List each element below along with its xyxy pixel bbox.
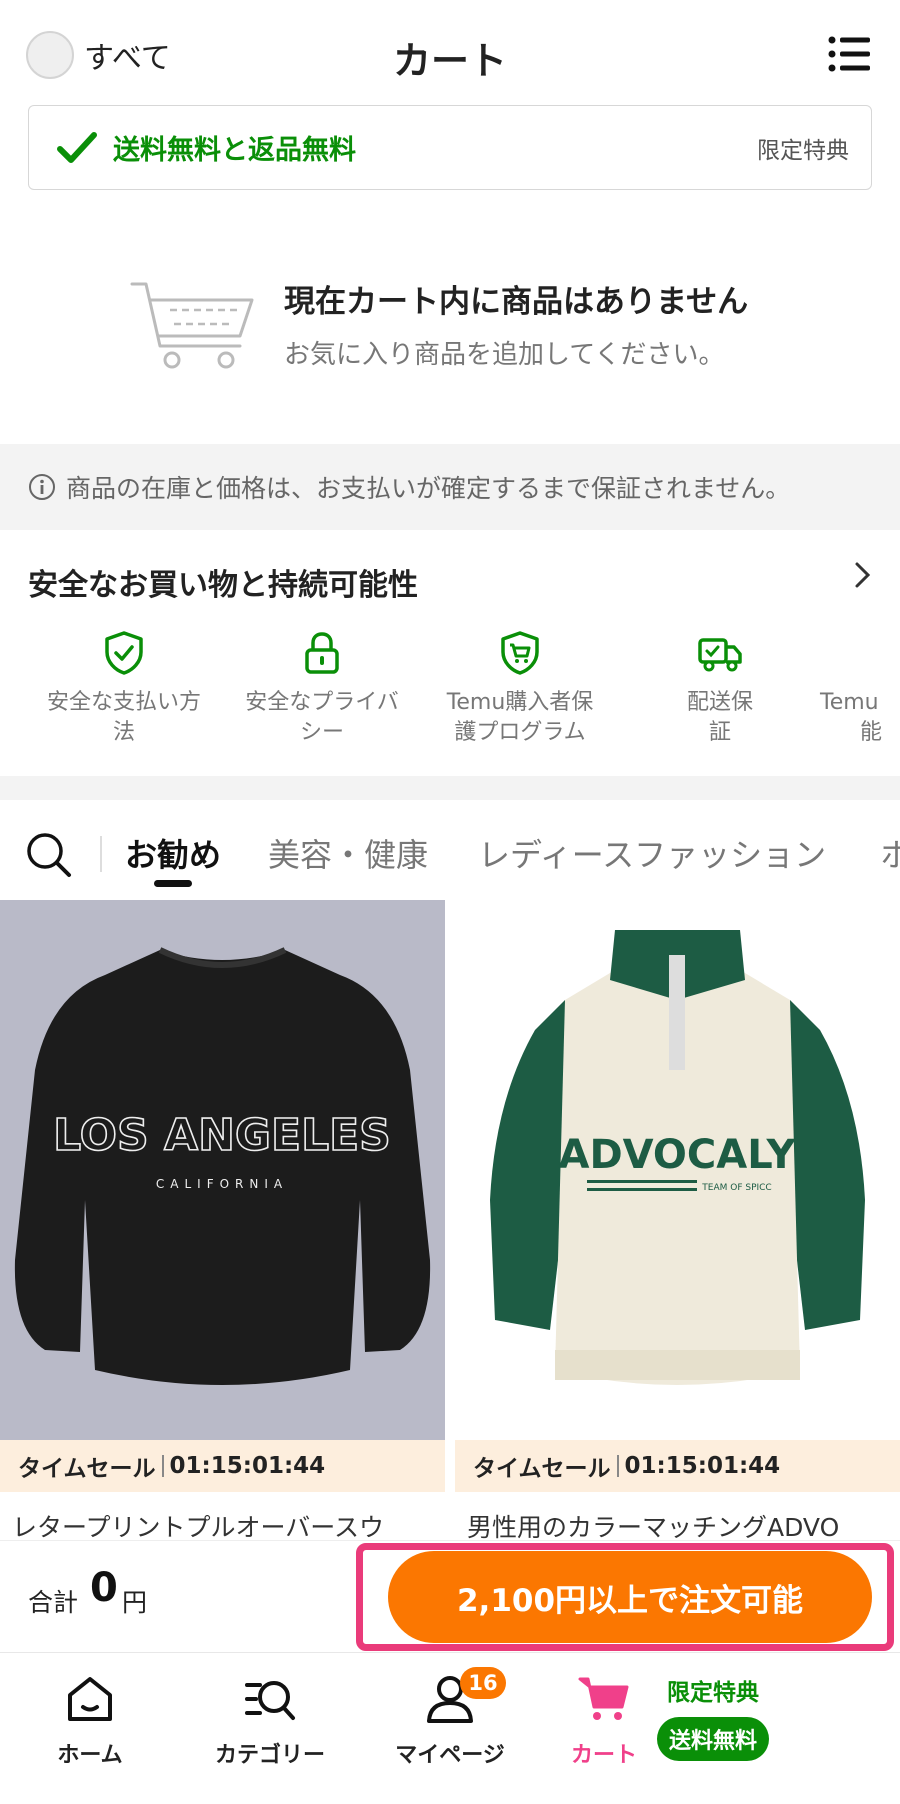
- tab-next[interactable]: ホ: [880, 830, 900, 876]
- safety-item-label: 安全なプライバ: [245, 690, 399, 715]
- nav-label: カテゴリー: [214, 1743, 325, 1768]
- time-sale-label: タイムセール: [18, 1456, 156, 1482]
- safety-item-sustainability[interactable]: Temu 能: [820, 630, 900, 747]
- safety-item-privacy[interactable]: 安全なプライバ シー: [232, 630, 412, 747]
- info-icon: [29, 474, 55, 500]
- truck-check-icon: [698, 638, 742, 672]
- safety-item-delivery[interactable]: 配送保 証: [630, 630, 810, 747]
- safety-item-label: シー: [299, 719, 344, 745]
- tab-recommended[interactable]: お勧め: [125, 830, 221, 876]
- total-unit: 円: [122, 1588, 148, 1617]
- safety-item-label: 配送保: [686, 690, 753, 715]
- nav-promo[interactable]: 限定特典 送料無料: [648, 1673, 778, 1761]
- total-value: 0: [90, 1565, 118, 1611]
- safety-item-label: Temu購入者保: [446, 690, 594, 715]
- safety-item-label: Temu: [820, 690, 879, 715]
- list-menu-icon[interactable]: [828, 36, 870, 72]
- nav-label: ホーム: [57, 1743, 123, 1768]
- page-title: カート: [392, 39, 507, 83]
- free-shipping-banner[interactable]: 送料無料と返品無料 限定特典: [28, 105, 872, 190]
- safety-item-payment[interactable]: 安全な支払い方 法: [34, 630, 214, 747]
- nav-mypage[interactable]: 16 マイページ: [360, 1667, 540, 1769]
- safety-item-buyer-protection[interactable]: Temu購入者保 護プログラム: [430, 630, 610, 747]
- tab-divider: [100, 836, 102, 872]
- product-name[interactable]: レタープリントプルオーバースウ: [12, 1508, 384, 1540]
- product-print-subtext: CALIFORNIA: [156, 1177, 288, 1191]
- time-sale-bar: タイムセール 01:15:01:44: [455, 1440, 900, 1492]
- product-card[interactable]: ADVOCALY TEAM OF SPICC タイムセール 01:15:01:4…: [455, 900, 900, 1540]
- lock-icon: [305, 632, 339, 674]
- time-sale-timer: 01:15:01:44: [169, 1453, 326, 1479]
- tab-ladies-fashion[interactable]: レディースファッション: [478, 830, 826, 876]
- safety-item-label: 護プログラム: [454, 719, 586, 745]
- empty-cart-icon: [130, 282, 254, 369]
- safety-item-label: 証: [708, 719, 731, 745]
- stock-price-notice: 商品の在庫と価格は、お支払いが確定するまで保証されません。: [0, 444, 900, 530]
- product-image[interactable]: ADVOCALY TEAM OF SPICC: [455, 900, 900, 1440]
- category-tabs: お勧め 美容・健康 レディースファッション ホ: [0, 800, 900, 900]
- time-sale-bar: タイムセール 01:15:01:44: [0, 1440, 445, 1492]
- order-button[interactable]: 2,100円以上で注文可能: [388, 1551, 872, 1643]
- product-print-subtext: TEAM OF SPICC: [701, 1183, 771, 1193]
- free-shipping-text: 送料無料と返品無料: [113, 135, 356, 166]
- empty-cart-subtitle: お気に入り商品を追加してください。: [284, 340, 725, 370]
- checkmark-icon: [57, 131, 97, 163]
- promo-text: 限定特典: [667, 1680, 759, 1706]
- safety-section[interactable]: 安全なお買い物と持続可能性 安全な支払い方 法 安全なプライバ シー Temu購…: [0, 530, 900, 776]
- nav-category[interactable]: カテゴリー: [180, 1673, 360, 1769]
- nav-label: マイページ: [395, 1743, 505, 1768]
- notice-text: 商品の在庫と価格は、お支払いが確定するまで保証されません。: [66, 474, 791, 503]
- time-sale-timer: 01:15:01:44: [624, 1453, 781, 1479]
- cart-icon: [578, 1677, 629, 1720]
- active-tab-indicator: [154, 880, 192, 887]
- product-print-text: ADVOCALY: [559, 1132, 797, 1178]
- limited-offer-label: 限定特典: [757, 137, 849, 164]
- chevron-right-icon[interactable]: [854, 560, 872, 590]
- leaf-icon: [820, 630, 900, 676]
- empty-cart-title: 現在カート内に商品はありません: [284, 284, 749, 320]
- notification-badge: 16: [460, 1667, 506, 1699]
- bottom-navigation: ホーム カテゴリー 16 マイページ カート 限定特典 送料無料: [0, 1652, 900, 1804]
- search-icon[interactable]: [26, 832, 72, 878]
- product-image[interactable]: LOS ANGELES CALIFORNIA: [0, 900, 445, 1440]
- shield-check-icon: [105, 631, 143, 675]
- header: すべて カート: [0, 0, 900, 106]
- empty-cart-message: 現在カート内に商品はありません お気に入り商品を追加してください。: [130, 270, 830, 380]
- safety-item-label: 法: [112, 719, 135, 745]
- category-search-icon: [245, 1681, 295, 1720]
- free-shipping-badge: 送料無料: [656, 1717, 769, 1761]
- tab-beauty-health[interactable]: 美容・健康: [268, 830, 428, 876]
- nav-home[interactable]: ホーム: [0, 1673, 180, 1769]
- product-print-text: LOS ANGELES: [53, 1110, 391, 1161]
- product-card[interactable]: LOS ANGELES CALIFORNIA タイムセール 01:15:01:4…: [0, 900, 445, 1540]
- checkout-bar: 合計 0 円 2,100円以上で注文可能: [0, 1540, 900, 1652]
- product-name[interactable]: 男性用のカラーマッチングADVO: [467, 1508, 839, 1540]
- time-sale-label: タイムセール: [473, 1456, 611, 1482]
- shield-cart-icon: [501, 631, 539, 675]
- safety-item-label: 安全な支払い方: [46, 690, 201, 715]
- section-divider: [0, 776, 900, 800]
- safety-item-label: 能: [860, 719, 883, 745]
- safety-title: 安全なお買い物と持続可能性: [28, 568, 418, 603]
- total-label: 合計: [28, 1588, 79, 1617]
- home-icon: [68, 1677, 112, 1721]
